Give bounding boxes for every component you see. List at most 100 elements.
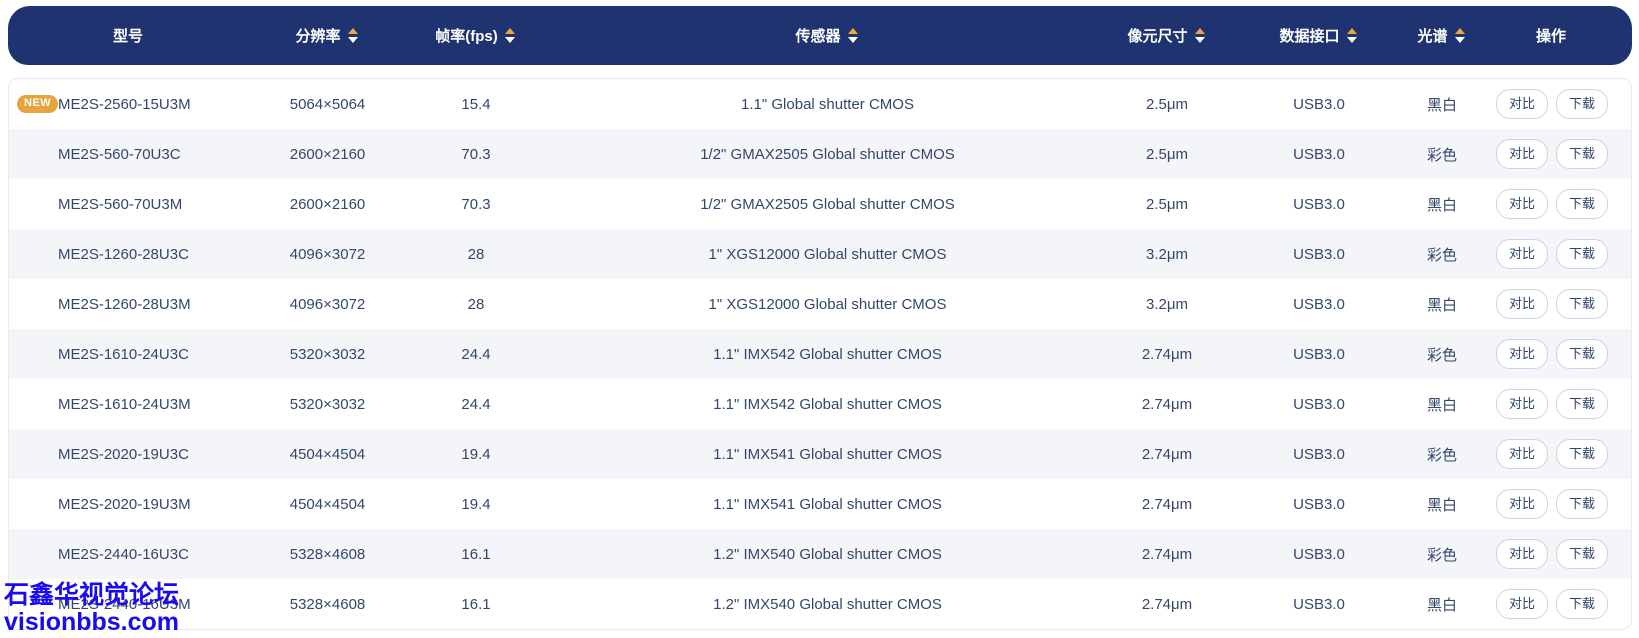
sensor-cell: 1" XGS12000 Global shutter CMOS [546,279,1109,329]
spectrum-cell: 黑白 [1413,279,1471,329]
sort-icon [847,28,858,43]
column-header-spectrum[interactable]: 光谱 [1412,6,1470,65]
resolution-value: 2600×2160 [289,195,366,213]
sensor-cell: 1.1" IMX542 Global shutter CMOS [546,329,1109,379]
resolution-cell: 5328×4608 [249,579,406,629]
compare-button[interactable]: 对比 [1495,239,1548,269]
sensor-cell: 1.2" IMX540 Global shutter CMOS [546,579,1109,629]
pixel-size-cell: 2.5μm [1109,129,1225,179]
download-button[interactable]: 下载 [1556,189,1609,219]
column-label: 帧率(fps) [435,28,498,45]
fps-cell: 28 [406,279,546,329]
compare-button[interactable]: 对比 [1495,539,1548,569]
model-cell: ME2S-1610-24U3C [9,329,249,379]
download-button[interactable]: 下载 [1556,389,1609,419]
spectrum-cell: 彩色 [1413,229,1471,279]
column-header-resolution[interactable]: 分辨率 [248,6,405,65]
compare-button[interactable]: 对比 [1495,339,1548,369]
model-name: ME2S-560-70U3C [58,145,181,163]
model-cell: ME2S-2020-19U3M [9,479,249,529]
model-name: ME2S-2440-16U3C [58,545,189,563]
sensor-value: 1/2" GMAX2505 Global shutter CMOS [700,145,955,163]
column-header-interface[interactable]: 数据接口 [1224,6,1412,65]
sort-icon [1346,28,1357,43]
model-name: ME2S-1610-24U3M [58,395,191,413]
resolution-cell: 5328×4608 [249,529,406,579]
actions-cell: 对比 下载 [1471,79,1631,129]
sensor-cell: 1.1" IMX542 Global shutter CMOS [546,379,1109,429]
model-cell: ME2S-560-70U3M [9,179,249,229]
interface-value: USB3.0 [1293,445,1345,463]
column-header-fps[interactable]: 帧率(fps) [405,6,545,65]
model-name: ME2S-1610-24U3C [58,345,189,363]
compare-button[interactable]: 对比 [1495,589,1548,619]
fps-cell: 28 [406,229,546,279]
download-button[interactable]: 下载 [1556,539,1609,569]
model-cell: ME2S-560-70U3C [9,129,249,179]
header-table: 型号 分辨率 帧率(fps) 传感器 像元尺寸 数据接口 光谱 操作 [8,6,1632,65]
model-name: ME2S-1260-28U3M [58,295,191,313]
column-header-pixel_size[interactable]: 像元尺寸 [1108,6,1224,65]
download-button[interactable]: 下载 [1556,289,1609,319]
sensor-value: 1/2" GMAX2505 Global shutter CMOS [700,195,955,213]
download-button[interactable]: 下载 [1556,439,1609,469]
pixel-size-cell: 3.2μm [1109,229,1225,279]
download-button[interactable]: 下载 [1556,139,1609,169]
model-cell: ME2S-1260-28U3M [9,279,249,329]
spectrum-cell: 黑白 [1413,479,1471,529]
resolution-cell: 4504×4504 [249,429,406,479]
sensor-cell: 1/2" GMAX2505 Global shutter CMOS [546,129,1109,179]
compare-button[interactable]: 对比 [1495,89,1548,119]
table-row: ME2S-560-70U3C 2600×2160 70.3 1/2" GMAX2505… [9,129,1631,179]
download-button[interactable]: 下载 [1556,239,1609,269]
fps-value: 24.4 [461,345,491,363]
table-row: NEW ME2S-2560-15U3M 5064×5064 15.4 1.1" Glob… [9,79,1631,129]
pixel-size-cell: 2.5μm [1109,79,1225,129]
spectrum-value: 彩色 [1426,146,1457,164]
fps-cell: 70.3 [406,129,546,179]
download-button[interactable]: 下载 [1556,589,1609,619]
download-button[interactable]: 下载 [1556,339,1609,369]
pixel-size-value: 2.74μm [1141,445,1193,463]
interface-cell: USB3.0 [1225,329,1413,379]
interface-value: USB3.0 [1293,495,1345,513]
model-name: ME2S-560-70U3M [58,195,183,213]
model-cell: ME2S-2440-16U3C [9,529,249,579]
spectrum-value: 黑白 [1426,496,1457,514]
compare-button[interactable]: 对比 [1495,389,1548,419]
table-header-bar: 型号 分辨率 帧率(fps) 传感器 像元尺寸 数据接口 光谱 操作 [8,6,1632,65]
resolution-cell: 5320×3032 [249,379,406,429]
pixel-size-value: 2.5μm [1146,145,1188,163]
pixel-size-value: 2.74μm [1141,345,1193,363]
download-button[interactable]: 下载 [1556,489,1609,519]
compare-button[interactable]: 对比 [1495,439,1548,469]
actions-cell: 对比 下载 [1471,129,1631,179]
header-row: 型号 分辨率 帧率(fps) 传感器 像元尺寸 数据接口 光谱 操作 [8,6,1632,65]
spectrum-cell: 彩色 [1413,529,1471,579]
fps-cell: 15.4 [406,79,546,129]
column-label: 型号 [112,28,143,45]
table-row: ME2S-1610-24U3C 5320×3032 24.4 1.1" IMX542 … [9,329,1631,379]
spectrum-value: 彩色 [1426,346,1457,364]
interface-cell: USB3.0 [1225,229,1413,279]
table-row: ME2S-2020-19U3C 4504×4504 19.4 1.1" IMX541 … [9,429,1631,479]
compare-button[interactable]: 对比 [1495,139,1548,169]
model-cell: ME2S-1260-28U3C [9,229,249,279]
fps-value: 70.3 [461,145,491,163]
spectrum-cell: 黑白 [1413,379,1471,429]
spectrum-value: 黑白 [1426,596,1457,614]
actions-cell: 对比 下载 [1471,229,1631,279]
compare-button[interactable]: 对比 [1495,189,1548,219]
sensor-value: 1.2" IMX540 Global shutter CMOS [713,595,942,613]
interface-value: USB3.0 [1293,245,1345,263]
compare-button[interactable]: 对比 [1495,489,1548,519]
sort-icon [504,28,515,43]
pixel-size-value: 2.5μm [1146,95,1188,113]
resolution-cell: 5064×5064 [249,79,406,129]
watermark-line2: visionbbs.com [4,608,180,636]
column-header-sensor[interactable]: 传感器 [545,6,1108,65]
pixel-size-value: 2.74μm [1141,395,1193,413]
compare-button[interactable]: 对比 [1495,289,1548,319]
download-button[interactable]: 下载 [1556,89,1609,119]
resolution-value: 5320×3032 [289,395,366,413]
